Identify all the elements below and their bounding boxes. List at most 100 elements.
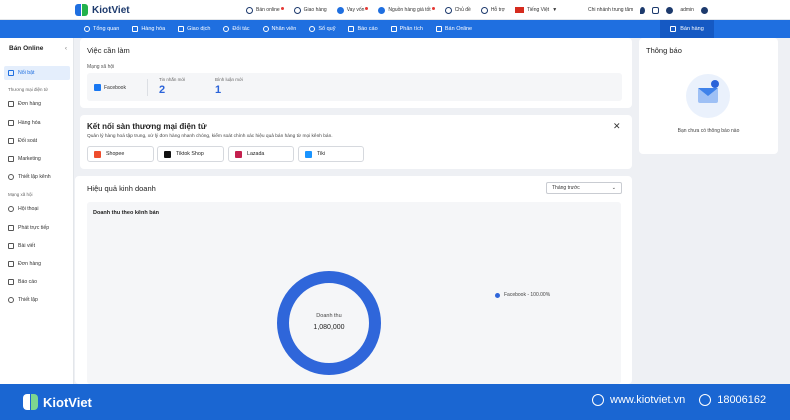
main-nav: Tổng quan Hàng hóa Giao dịch Đối tác Nhâ… (0, 20, 790, 38)
report-icon (8, 279, 14, 285)
chevron-down-icon: ▼ (552, 7, 558, 13)
sidebar-item-hang-hoa[interactable]: Hàng hóa (4, 116, 70, 130)
connect-shopee-button[interactable]: Shopee (87, 146, 154, 162)
top-link-label: Chủ đề (454, 7, 471, 13)
sidebar-item-don-hang-social[interactable]: Đơn hàng (4, 257, 70, 271)
top-link-label: Hỗ trợ (490, 7, 505, 13)
nav-label: Nhân viên (271, 26, 297, 32)
branch-name[interactable]: Chi nhánh trung tâm (588, 7, 633, 13)
kiotviet-logo-icon (75, 3, 89, 17)
footer-website[interactable]: www.kiotviet.vn (610, 394, 685, 406)
swap-icon (178, 26, 185, 32)
nav-doi-tac[interactable]: Đối tác (223, 26, 250, 32)
sidebar-item-marketing[interactable]: Marketing (4, 152, 70, 166)
user-avatar-icon[interactable] (700, 6, 708, 14)
kiotviet-logo-icon (23, 393, 39, 411)
connect-marketplace-card: Kết nối sàn thương mại điện tử Quản lý h… (80, 115, 632, 169)
top-link-vay-von[interactable]: Vay vốn (336, 6, 369, 14)
document-icon (8, 261, 14, 267)
mail-icon[interactable] (652, 6, 660, 14)
sidebar-item-hoi-thoai[interactable]: Hội thoại (4, 202, 70, 216)
sidebar-item-doi-soat[interactable]: Đối soát (4, 134, 70, 148)
nav-giao-dich[interactable]: Giao dịch (178, 26, 210, 32)
coin-icon (309, 26, 316, 32)
stat-new-messages[interactable]: Tin nhắn mới 2 (159, 77, 185, 96)
top-link-label: Bán online (256, 7, 280, 13)
sidebar-item-bao-cao[interactable]: Báo cáo (4, 275, 70, 289)
nav-nhan-vien[interactable]: Nhân viên (262, 26, 297, 32)
language-label: Tiếng Việt (526, 7, 550, 13)
app-logo[interactable]: KiotViet (75, 3, 130, 17)
document-icon (8, 101, 14, 107)
globe-icon (592, 394, 604, 406)
facebook-icon (94, 84, 101, 91)
sell-button[interactable]: Bán hàng (660, 20, 714, 38)
language-select[interactable]: Tiếng Việt ▼ (514, 7, 558, 13)
nav-label: Bán Online (444, 26, 473, 32)
collapse-chevron-icon[interactable]: ‹ (65, 45, 67, 52)
top-right: Chi nhánh trung tâm admin (588, 0, 708, 20)
connect-lazada-button[interactable]: Lazada (228, 146, 294, 162)
nav-label: Tổng quan (93, 26, 120, 32)
top-link-ho-tro[interactable]: Hỗ trợ (480, 6, 505, 14)
footer-phone[interactable]: 18006162 (717, 394, 766, 406)
top-links: Bán online Giao hàng Vay vốn Nguồn hàng … (246, 0, 557, 20)
nav-label: Phân tích (399, 26, 423, 32)
donut-center-value: 1,080,000 (313, 324, 345, 331)
top-link-nguon-hang[interactable]: Nguồn hàng giá tốt (378, 6, 435, 14)
app-logo-text: KiotViet (92, 4, 130, 16)
notifications-title: Thông báo (646, 46, 682, 55)
chevron-down-icon: ⌄ (611, 185, 616, 191)
top-link-chu-de[interactable]: Chủ đề (444, 6, 471, 14)
sidebar-item-don-hang[interactable]: Đơn hàng (4, 97, 70, 111)
sidebar: Bán Online ‹ Nổi bật Thương mại điện tử … (0, 38, 74, 384)
performance-title: Hiệu quả kinh doanh (87, 184, 156, 193)
people-icon (262, 26, 269, 32)
box-icon (378, 6, 386, 14)
stat-new-comments[interactable]: Bình luận mới 1 (215, 77, 243, 96)
new-badge (280, 6, 284, 10)
period-select[interactable]: Tháng trước ⌄ (546, 182, 622, 194)
nav-tong-quan[interactable]: Tổng quan (84, 26, 119, 32)
settings-icon (8, 297, 14, 303)
nav-so-quy[interactable]: Sổ quỹ (309, 26, 335, 32)
sidebar-item-label: Hàng hóa (18, 120, 41, 126)
footer-logo-text: KiotViet (43, 394, 92, 410)
money-bag-icon (336, 6, 344, 14)
connect-tiki-button[interactable]: Tiki (298, 146, 364, 162)
sidebar-item-bai-viet[interactable]: Bài viết (4, 239, 70, 253)
nav-label: Sổ quỹ (318, 26, 336, 32)
donut-slice-facebook[interactable]: Doanh thu 1,080,000 (277, 271, 381, 375)
person-icon (223, 26, 230, 32)
megaphone-icon (8, 156, 14, 162)
palette-icon (444, 6, 452, 14)
nav-bao-cao[interactable]: Báo cáo (348, 26, 378, 32)
box-icon (132, 26, 139, 32)
nav-hang-hoa[interactable]: Hàng hóa (132, 26, 165, 32)
nav-phan-tich[interactable]: Phân tích (390, 26, 423, 32)
cart-icon (670, 26, 677, 32)
top-link-giao-hang[interactable]: Giao hàng (293, 6, 327, 14)
sidebar-item-label: Bài viết (18, 243, 36, 249)
page: KiotViet Bán online Giao hàng Vay vốn Ng… (0, 0, 790, 420)
sidebar-item-label: Hội thoại (18, 206, 39, 212)
nav-label: Hàng hóa (141, 26, 166, 32)
sidebar-item-thiet-lap-kenh[interactable]: Thiết lập kênh (4, 170, 70, 184)
close-icon[interactable]: ✕ (613, 122, 621, 131)
notifications-card: Thông báo Bạn chưa có thông báo nào (639, 38, 778, 154)
sidebar-item-phat-truc-tiep[interactable]: Phát trực tiếp (4, 221, 70, 235)
gear-icon[interactable] (666, 6, 674, 14)
new-badge (431, 6, 435, 10)
chart-legend[interactable]: Facebook - 100.00% (495, 292, 550, 298)
nav-ban-online[interactable]: Bán Online (435, 26, 473, 32)
shop-label: Shopee (106, 151, 125, 157)
revenue-by-channel-panel: Doanh thu theo kênh bán Doanh thu 1,080,… (87, 202, 621, 384)
chat-icon (480, 6, 488, 14)
chart-title: Doanh thu theo kênh bán (93, 210, 159, 216)
top-link-ban-online[interactable]: Bán online (246, 6, 284, 14)
sidebar-item-thiet-lap[interactable]: Thiết lập (4, 293, 70, 307)
sidebar-item-noi-bat[interactable]: Nổi bật (4, 66, 70, 80)
user-name[interactable]: admin (680, 7, 694, 13)
connect-tiktok-button[interactable]: Tiktok Shop (157, 146, 224, 162)
tasks-card: Việc cần làm Mạng xã hội Facebook Tin nh… (80, 38, 632, 108)
